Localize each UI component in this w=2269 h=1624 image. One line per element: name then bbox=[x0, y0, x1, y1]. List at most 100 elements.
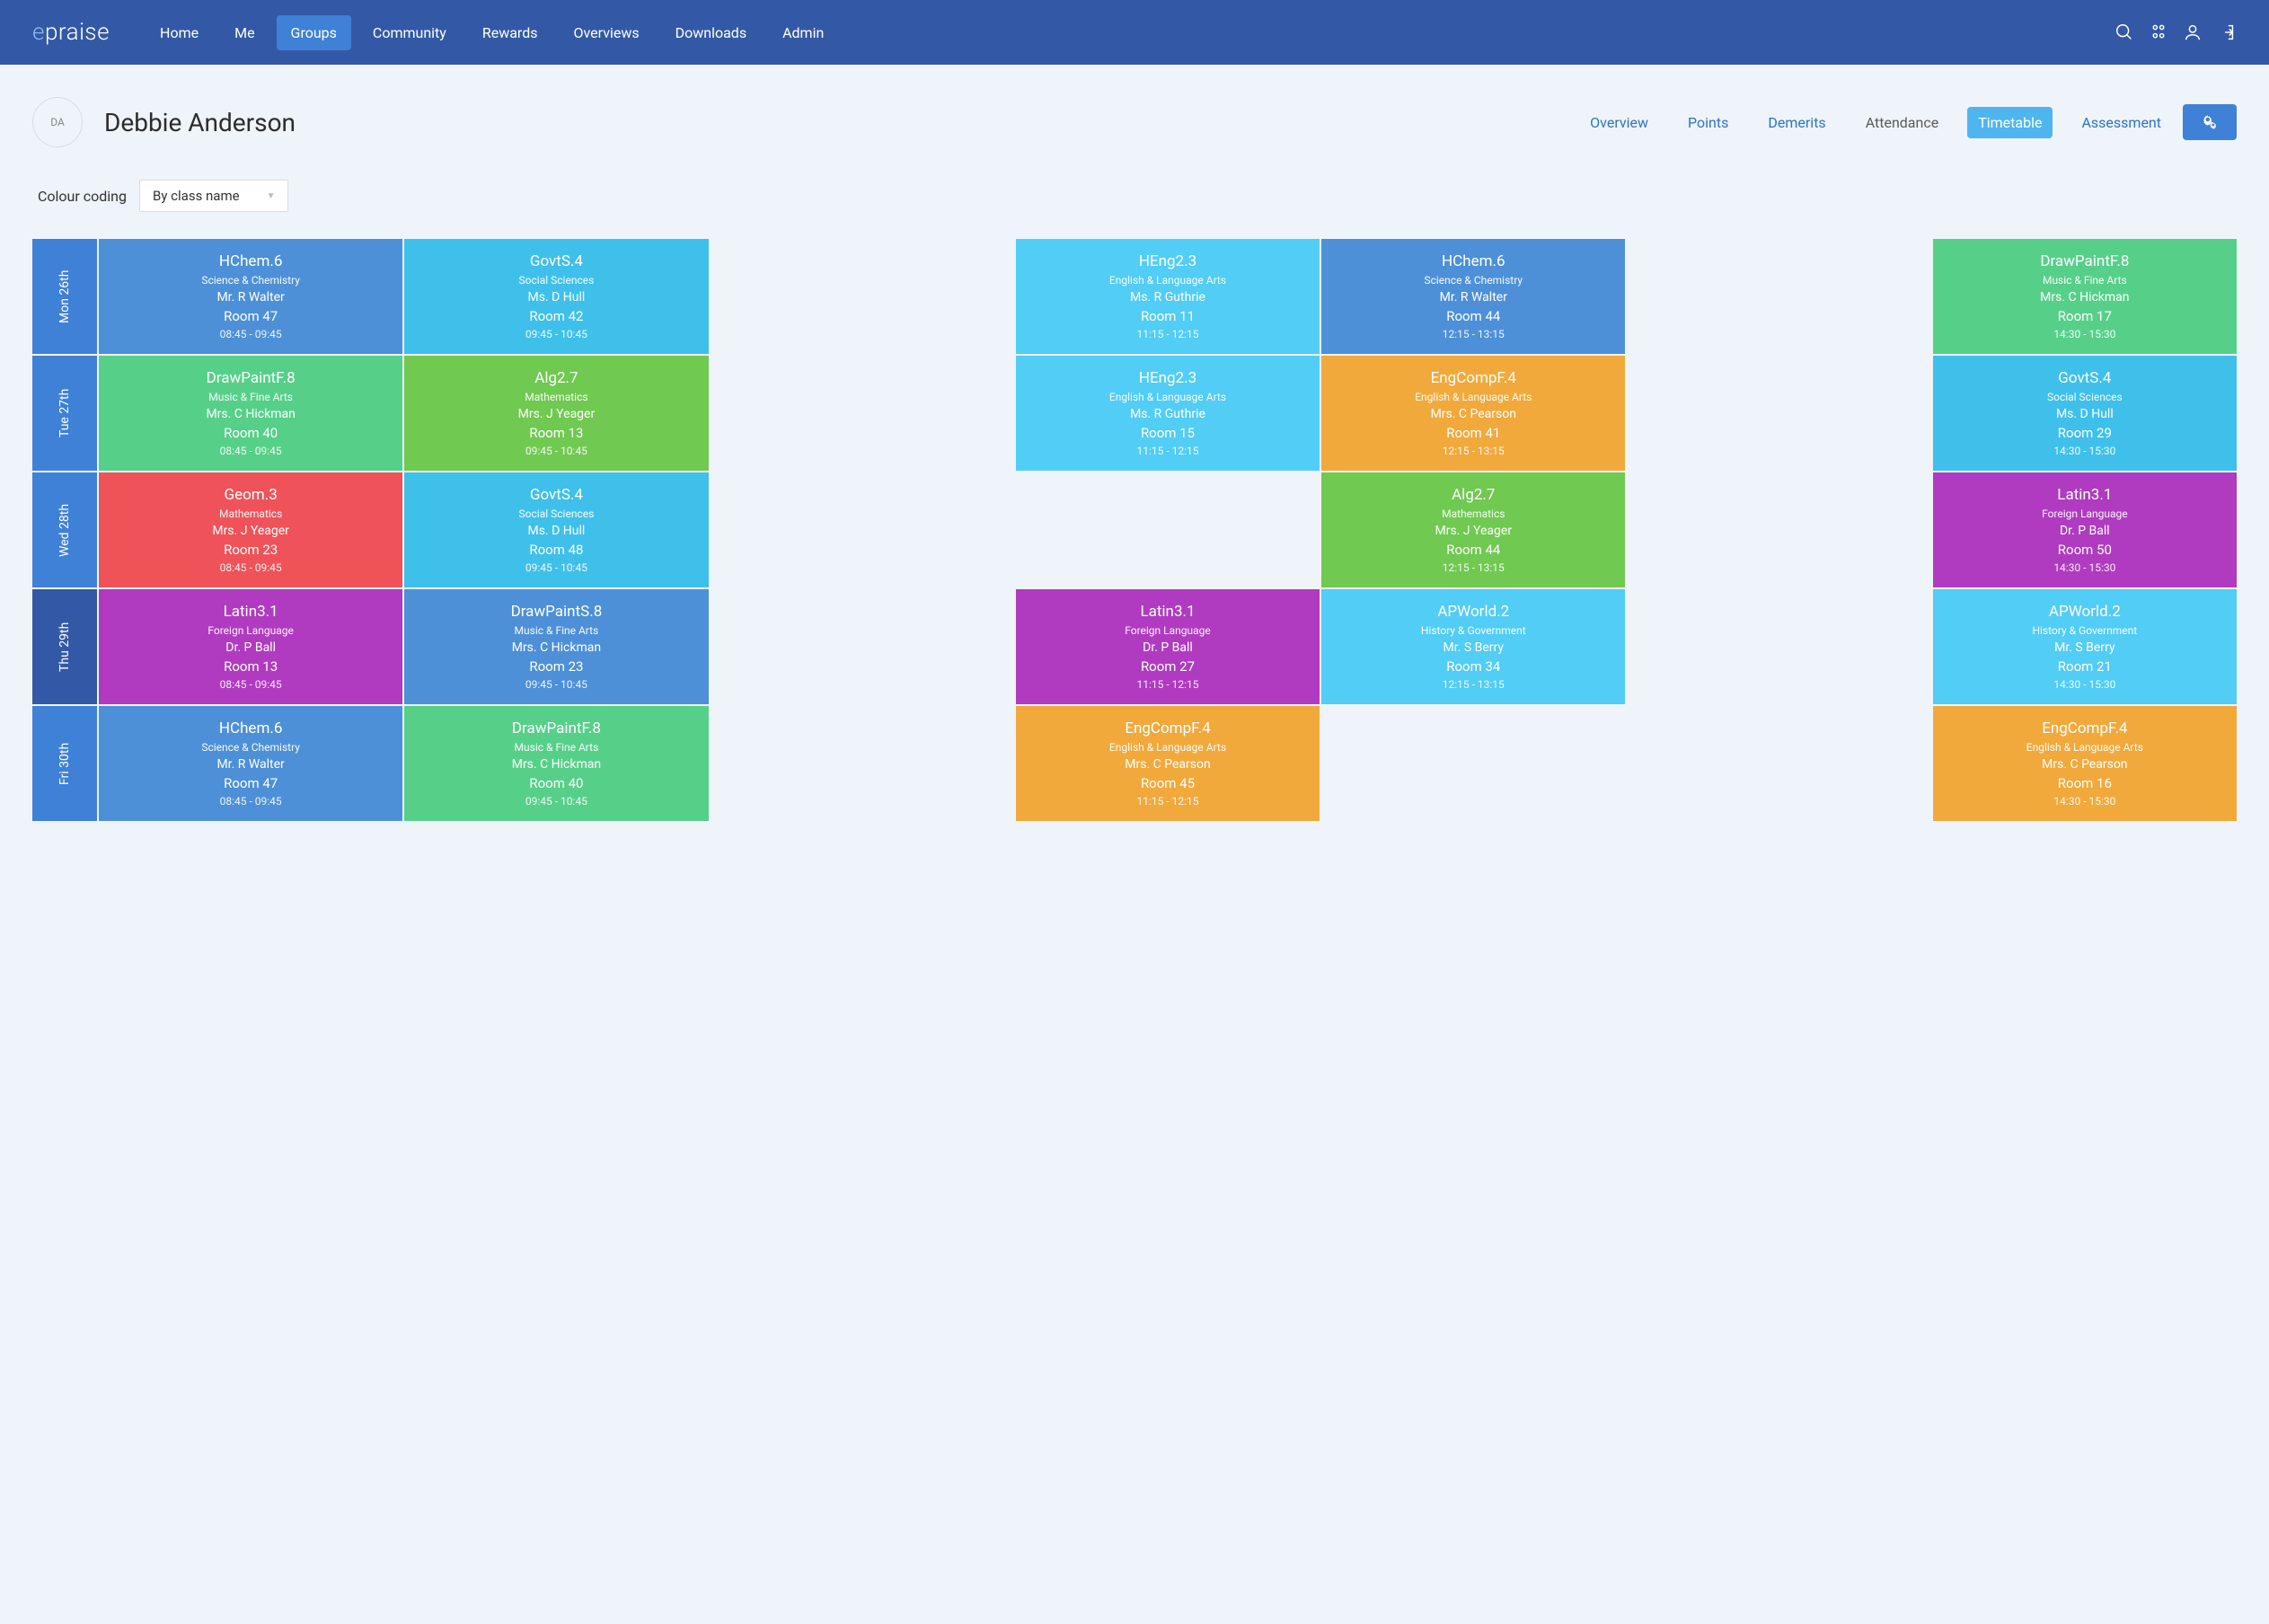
empty-slot bbox=[711, 706, 1014, 821]
lesson-cell[interactable]: Latin3.1Foreign LanguageDr. P BallRoom 2… bbox=[1016, 589, 1320, 704]
lesson-cell[interactable]: APWorld.2History & GovernmentMr. S Berry… bbox=[1933, 589, 2237, 704]
lesson-cell[interactable]: EngCompF.4English & Language ArtsMrs. C … bbox=[1016, 706, 1320, 821]
topbar-icons bbox=[2114, 22, 2237, 42]
tab-assessment[interactable]: Assessment bbox=[2070, 107, 2172, 138]
lesson-time: 12:15 - 13:15 bbox=[1443, 445, 1505, 457]
empty-slot bbox=[711, 356, 1014, 471]
lesson-time: 09:45 - 10:45 bbox=[525, 328, 587, 340]
colour-coding-label: Colour coding bbox=[38, 188, 127, 205]
lesson-code: GovtS.4 bbox=[530, 252, 583, 270]
day-header: Wed 28th bbox=[32, 472, 97, 587]
nav-home[interactable]: Home bbox=[146, 15, 213, 50]
nav-rewards[interactable]: Rewards bbox=[468, 15, 552, 50]
lesson-code: Geom.3 bbox=[225, 486, 278, 504]
lesson-dept: Science & Chemistry bbox=[1424, 274, 1523, 287]
lesson-cell[interactable]: Geom.3MathematicsMrs. J YeagerRoom 2308:… bbox=[99, 472, 402, 587]
lesson-teacher: Mrs. C Hickman bbox=[512, 757, 601, 772]
lesson-time: 09:45 - 10:45 bbox=[525, 678, 587, 691]
nav-groups[interactable]: Groups bbox=[277, 15, 351, 50]
empty-slot bbox=[1627, 472, 1930, 587]
lesson-cell[interactable]: EngCompF.4English & Language ArtsMrs. C … bbox=[1321, 356, 1625, 471]
logo[interactable]: epraise bbox=[32, 19, 110, 46]
empty-slot bbox=[1016, 472, 1320, 587]
lesson-cell[interactable]: Latin3.1Foreign LanguageDr. P BallRoom 1… bbox=[99, 589, 402, 704]
lesson-time: 08:45 - 09:45 bbox=[220, 328, 282, 340]
lesson-code: GovtS.4 bbox=[530, 486, 583, 504]
settings-button[interactable] bbox=[2183, 104, 2237, 140]
day-header: Thu 29th bbox=[32, 589, 97, 704]
lesson-time: 11:15 - 12:15 bbox=[1136, 445, 1198, 457]
lesson-cell[interactable]: DrawPaintF.8Music & Fine ArtsMrs. C Hick… bbox=[99, 356, 402, 471]
tab-overview[interactable]: Overview bbox=[1579, 107, 1659, 138]
nav-overviews[interactable]: Overviews bbox=[559, 15, 653, 50]
tab-timetable[interactable]: Timetable bbox=[1967, 107, 2053, 138]
timetable-grid: Mon 26thHChem.6Science & ChemistryMr. R … bbox=[32, 239, 2237, 821]
lesson-code: APWorld.2 bbox=[2049, 603, 2121, 621]
lesson-cell[interactable]: DrawPaintS.8Music & Fine ArtsMrs. C Hick… bbox=[404, 589, 708, 704]
lesson-cell[interactable]: HEng2.3English & Language ArtsMs. R Guth… bbox=[1016, 239, 1320, 354]
empty-slot bbox=[711, 239, 1014, 354]
colour-coding-dropdown[interactable]: By class name ▼ bbox=[139, 180, 288, 212]
lesson-cell[interactable]: HChem.6Science & ChemistryMr. R WalterRo… bbox=[99, 706, 402, 821]
lesson-time: 09:45 - 10:45 bbox=[525, 445, 587, 457]
lesson-time: 09:45 - 10:45 bbox=[525, 561, 587, 574]
lesson-room: Room 29 bbox=[2058, 425, 2112, 441]
lesson-cell[interactable]: Latin3.1Foreign LanguageDr. P BallRoom 5… bbox=[1933, 472, 2237, 587]
lesson-cell[interactable]: DrawPaintF.8Music & Fine ArtsMrs. C Hick… bbox=[404, 706, 708, 821]
lesson-room: Room 17 bbox=[2058, 308, 2112, 324]
lesson-time: 11:15 - 12:15 bbox=[1136, 678, 1198, 691]
lesson-cell[interactable]: Alg2.7MathematicsMrs. J YeagerRoom 1309:… bbox=[404, 356, 708, 471]
lesson-room: Room 40 bbox=[224, 425, 278, 441]
people-icon[interactable] bbox=[2149, 22, 2168, 42]
search-icon[interactable] bbox=[2114, 22, 2134, 42]
lesson-dept: English & Language Arts bbox=[1109, 274, 1226, 287]
lesson-code: Alg2.7 bbox=[534, 369, 578, 387]
lesson-teacher: Mrs. C Hickman bbox=[512, 640, 601, 655]
lesson-room: Room 11 bbox=[1141, 308, 1195, 324]
lesson-code: Latin3.1 bbox=[224, 603, 278, 621]
lesson-time: 14:30 - 15:30 bbox=[2053, 445, 2115, 457]
empty-slot bbox=[711, 472, 1014, 587]
lesson-cell[interactable]: EngCompF.4English & Language ArtsMrs. C … bbox=[1933, 706, 2237, 821]
day-header: Fri 30th bbox=[32, 706, 97, 821]
tab-demerits[interactable]: Demerits bbox=[1757, 107, 1836, 138]
lesson-dept: Foreign Language bbox=[1125, 624, 1211, 637]
lesson-cell[interactable]: Alg2.7MathematicsMrs. J YeagerRoom 4412:… bbox=[1321, 472, 1625, 587]
colour-coding-row: Colour coding By class name ▼ bbox=[38, 180, 2237, 212]
tab-points[interactable]: Points bbox=[1677, 107, 1739, 138]
lesson-cell[interactable]: APWorld.2History & GovernmentMr. S Berry… bbox=[1321, 589, 1625, 704]
logo-e: e bbox=[32, 19, 45, 46]
lesson-cell[interactable]: GovtS.4Social SciencesMs. D HullRoom 480… bbox=[404, 472, 708, 587]
lesson-teacher: Mr. S Berry bbox=[1444, 640, 1504, 655]
lesson-room: Room 48 bbox=[529, 542, 583, 558]
empty-slot bbox=[711, 589, 1014, 704]
lesson-cell[interactable]: GovtS.4Social SciencesMs. D HullRoom 291… bbox=[1933, 356, 2237, 471]
profile-icon[interactable] bbox=[2183, 22, 2203, 42]
lesson-cell[interactable]: GovtS.4Social SciencesMs. D HullRoom 420… bbox=[404, 239, 708, 354]
lesson-code: Alg2.7 bbox=[1452, 486, 1495, 504]
day-header: Mon 26th bbox=[32, 239, 97, 354]
logout-icon[interactable] bbox=[2217, 22, 2237, 42]
lesson-code: APWorld.2 bbox=[1437, 603, 1509, 621]
nav-downloads[interactable]: Downloads bbox=[661, 15, 761, 50]
lesson-teacher: Ms. R Guthrie bbox=[1130, 407, 1205, 421]
nav-admin[interactable]: Admin bbox=[768, 15, 838, 50]
lesson-cell[interactable]: HChem.6Science & ChemistryMr. R WalterRo… bbox=[1321, 239, 1625, 354]
lesson-teacher: Mrs. C Pearson bbox=[1125, 757, 1210, 772]
lesson-room: Room 41 bbox=[1446, 425, 1500, 441]
lesson-dept: Mathematics bbox=[219, 508, 282, 520]
lesson-room: Room 44 bbox=[1446, 542, 1500, 558]
lesson-cell[interactable]: DrawPaintF.8Music & Fine ArtsMrs. C Hick… bbox=[1933, 239, 2237, 354]
lesson-time: 14:30 - 15:30 bbox=[2053, 795, 2115, 808]
lesson-cell[interactable]: HEng2.3English & Language ArtsMs. R Guth… bbox=[1016, 356, 1320, 471]
lesson-cell[interactable]: HChem.6Science & ChemistryMr. R WalterRo… bbox=[99, 239, 402, 354]
lesson-code: EngCompF.4 bbox=[2042, 719, 2127, 737]
avatar: DA bbox=[32, 97, 83, 147]
nav-community[interactable]: Community bbox=[358, 15, 461, 50]
nav-me[interactable]: Me bbox=[220, 15, 269, 50]
lesson-teacher: Mrs. J Yeager bbox=[518, 407, 596, 421]
lesson-code: EngCompF.4 bbox=[1125, 719, 1210, 737]
tab-attendance[interactable]: Attendance bbox=[1855, 107, 1950, 138]
lesson-dept: Mathematics bbox=[1442, 508, 1505, 520]
lesson-dept: Foreign Language bbox=[2042, 508, 2128, 520]
